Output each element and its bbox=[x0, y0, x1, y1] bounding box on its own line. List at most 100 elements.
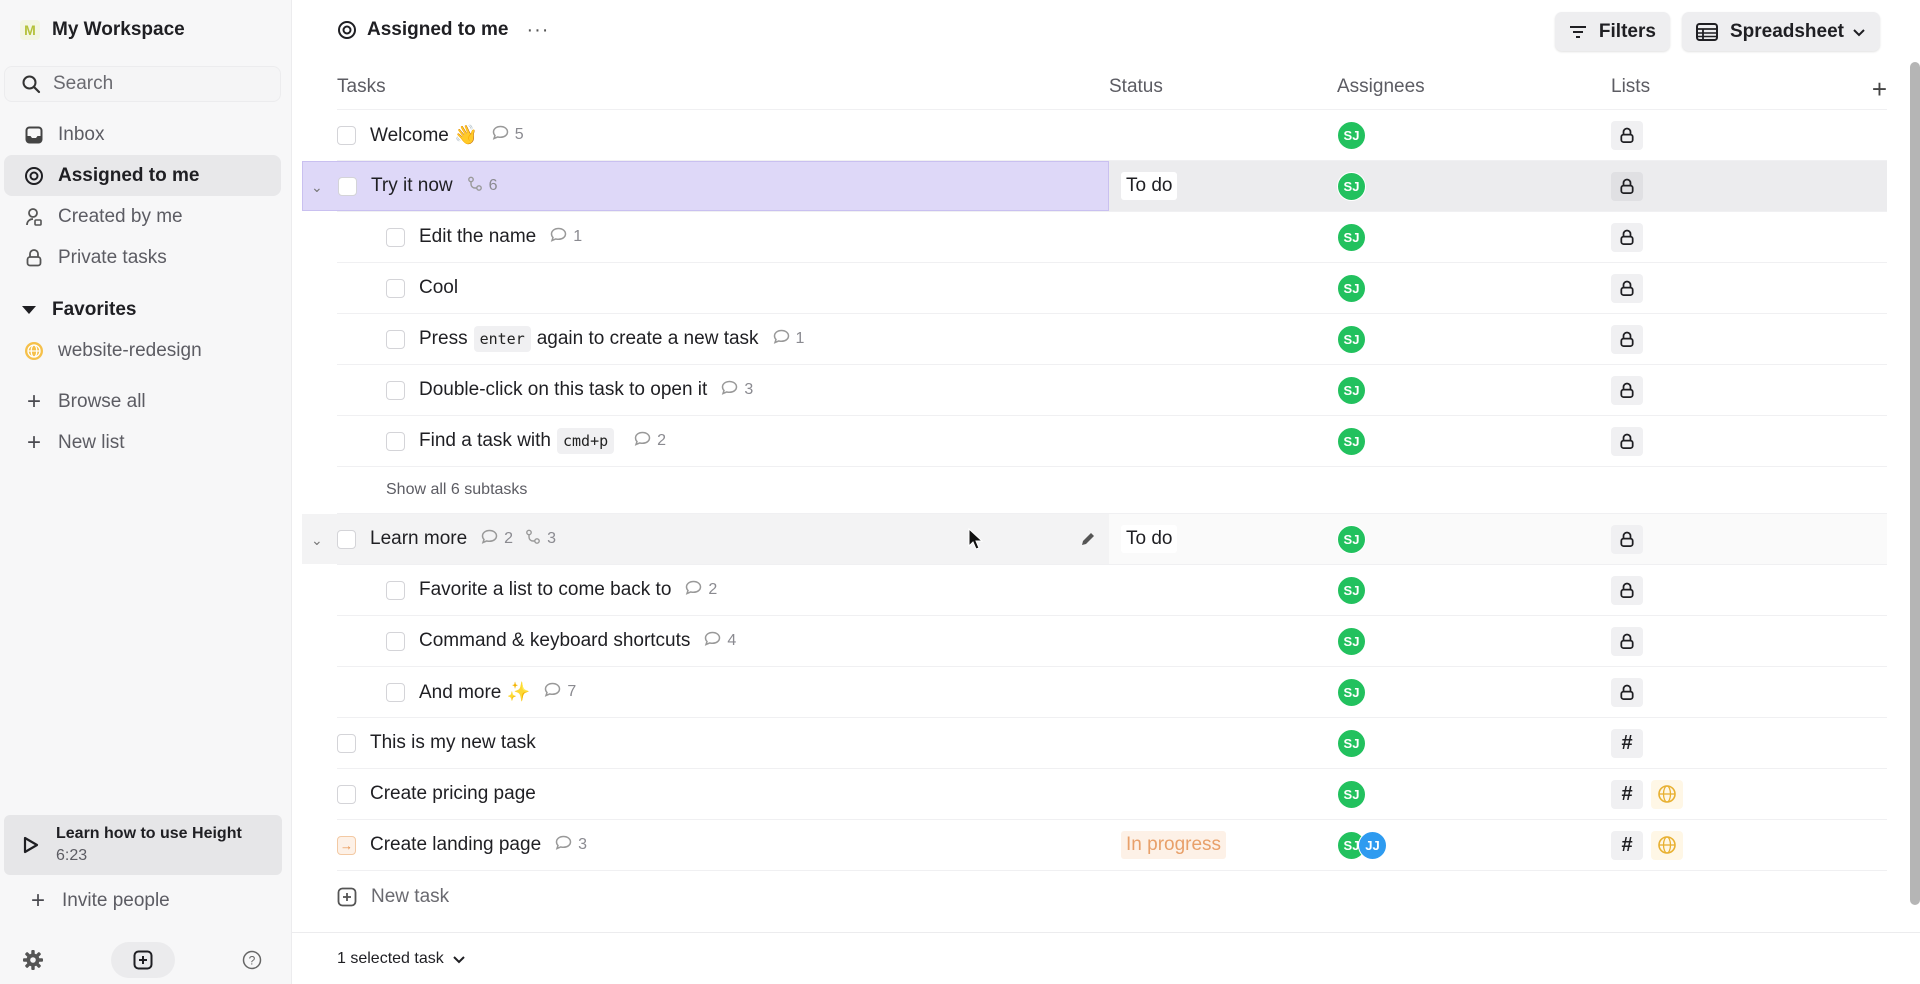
task-name[interactable]: Welcome 👋 bbox=[370, 123, 478, 147]
task-cell[interactable]: Try it now 6 bbox=[302, 161, 1109, 211]
assignees-cell[interactable]: SJ bbox=[1337, 524, 1611, 554]
lists-cell[interactable]: # bbox=[1611, 779, 1851, 809]
status-cell[interactable]: To do bbox=[1109, 525, 1337, 553]
task-cell[interactable]: Double-click on this task to open it 3 bbox=[337, 365, 1109, 415]
learn-video-card[interactable]: Learn how to use Height 6:23 bbox=[4, 815, 282, 875]
status-badge[interactable]: To do bbox=[1121, 525, 1178, 553]
table-row[interactable]: This is my new task SJ # bbox=[337, 718, 1887, 769]
task-cell[interactable]: Find a task with cmd+p 2 bbox=[337, 416, 1109, 466]
table-row[interactable]: Cool SJ bbox=[337, 263, 1887, 314]
assignees-cell[interactable]: SJ bbox=[1337, 575, 1611, 605]
more-options-button[interactable]: ··· bbox=[526, 19, 549, 42]
task-cell[interactable]: Create pricing page bbox=[337, 769, 1109, 819]
task-checkbox[interactable] bbox=[337, 733, 356, 753]
task-checkbox[interactable] bbox=[386, 431, 405, 451]
task-checkbox[interactable] bbox=[386, 227, 405, 247]
status-badge[interactable]: In progress bbox=[1121, 831, 1227, 859]
show-all-subtasks-link[interactable]: Show all 6 subtasks bbox=[337, 467, 1887, 514]
expand-chevron-icon[interactable]: ⌄ bbox=[311, 532, 325, 549]
edit-pencil-icon[interactable] bbox=[1079, 530, 1097, 548]
view-switcher-button[interactable]: Spreadsheet bbox=[1681, 12, 1880, 51]
new-task-button[interactable]: New task bbox=[337, 871, 1887, 923]
table-row[interactable]: Double-click on this task to open it 3 SJ bbox=[337, 365, 1887, 416]
lists-cell[interactable]: # bbox=[1611, 728, 1851, 758]
assignees-cell[interactable]: SJ JJ bbox=[1337, 830, 1611, 860]
sidebar-item-assigned-to-me[interactable]: Assigned to me bbox=[4, 155, 281, 196]
task-checkbox[interactable] bbox=[337, 529, 356, 549]
lists-cell[interactable] bbox=[1611, 273, 1851, 303]
in-progress-status-icon[interactable]: → bbox=[337, 835, 356, 855]
task-name[interactable]: Create pricing page bbox=[370, 783, 536, 805]
table-row[interactable]: Create pricing page SJ # bbox=[337, 769, 1887, 820]
task-name[interactable]: Try it now bbox=[371, 175, 453, 197]
task-name[interactable]: And more ✨ bbox=[419, 680, 530, 704]
assignees-cell[interactable]: SJ bbox=[1337, 626, 1611, 656]
task-checkbox[interactable] bbox=[338, 176, 357, 196]
task-checkbox[interactable] bbox=[386, 580, 405, 600]
workspace-switcher[interactable]: M My Workspace bbox=[0, 0, 291, 60]
task-name[interactable]: Create landing page bbox=[370, 834, 541, 856]
status-cell[interactable]: In progress bbox=[1109, 831, 1337, 859]
favorites-header[interactable]: Favorites bbox=[0, 290, 291, 330]
sidebar-item-inbox[interactable]: Inbox bbox=[4, 114, 281, 155]
task-cell[interactable]: This is my new task bbox=[337, 718, 1109, 768]
table-row[interactable]: Edit the name 1 SJ bbox=[337, 212, 1887, 263]
lists-cell[interactable]: # bbox=[1611, 830, 1851, 860]
table-row[interactable]: Find a task with cmd+p 2 SJ bbox=[337, 416, 1887, 467]
task-cell[interactable]: Press enter again to create a new task 1 bbox=[337, 314, 1109, 364]
sidebar-item-private-tasks[interactable]: Private tasks bbox=[4, 237, 281, 278]
task-name[interactable]: Press enter again to create a new task bbox=[419, 326, 759, 352]
lists-cell[interactable] bbox=[1611, 626, 1851, 656]
lists-cell[interactable] bbox=[1611, 677, 1851, 707]
table-row[interactable]: Command & keyboard shortcuts 4 SJ bbox=[337, 616, 1887, 667]
filters-button[interactable]: Filters bbox=[1554, 12, 1670, 51]
search-input[interactable] bbox=[53, 73, 253, 95]
task-checkbox[interactable] bbox=[337, 784, 356, 804]
table-row[interactable]: ⌄ Try it now 6 To do SJ bbox=[302, 161, 1887, 212]
selected-count-dropdown[interactable]: 1 selected task bbox=[337, 950, 466, 968]
assignees-cell[interactable]: SJ bbox=[1337, 324, 1611, 354]
assignees-cell[interactable]: SJ bbox=[1337, 779, 1611, 809]
assignees-cell[interactable]: SJ bbox=[1337, 677, 1611, 707]
status-badge[interactable]: To do bbox=[1121, 172, 1178, 200]
create-new-button[interactable] bbox=[111, 942, 175, 978]
task-checkbox[interactable] bbox=[386, 682, 405, 702]
column-header-assignees[interactable]: Assignees bbox=[1337, 76, 1611, 98]
task-name[interactable]: Command & keyboard shortcuts bbox=[419, 630, 690, 652]
task-cell[interactable]: Edit the name 1 bbox=[337, 212, 1109, 262]
lists-cell[interactable] bbox=[1611, 426, 1851, 456]
task-name[interactable]: Cool bbox=[419, 277, 458, 299]
task-checkbox[interactable] bbox=[386, 631, 405, 651]
assignees-cell[interactable]: SJ bbox=[1337, 222, 1611, 252]
lists-cell[interactable] bbox=[1611, 324, 1851, 354]
task-cell[interactable]: Favorite a list to come back to 2 bbox=[337, 565, 1109, 615]
new-list-button[interactable]: + New list bbox=[4, 422, 281, 463]
task-cell[interactable]: And more ✨ 7 bbox=[337, 667, 1109, 717]
column-header-lists[interactable]: Lists bbox=[1611, 76, 1851, 98]
lists-cell[interactable] bbox=[1611, 524, 1851, 554]
task-name[interactable]: Learn more bbox=[370, 528, 467, 550]
settings-gear-icon[interactable] bbox=[22, 949, 44, 971]
status-cell[interactable]: To do bbox=[1109, 172, 1337, 200]
help-icon[interactable]: ? bbox=[242, 950, 262, 970]
sidebar-item-website-redesign[interactable]: website-redesign bbox=[4, 330, 281, 371]
table-row[interactable]: → Create landing page 3 In progress SJ JJ # bbox=[337, 820, 1887, 871]
table-row[interactable]: Favorite a list to come back to 2 SJ bbox=[337, 565, 1887, 616]
add-column-button[interactable]: + bbox=[1872, 74, 1887, 105]
task-cell[interactable]: → Create landing page 3 bbox=[337, 820, 1109, 870]
search-box[interactable] bbox=[4, 66, 281, 102]
assignees-cell[interactable]: SJ bbox=[1337, 120, 1611, 150]
task-checkbox[interactable] bbox=[386, 278, 405, 298]
task-name[interactable]: Find a task with cmd+p bbox=[419, 428, 620, 454]
invite-people-button[interactable]: + Invite people bbox=[8, 880, 286, 921]
assignees-cell[interactable]: SJ bbox=[1337, 273, 1611, 303]
table-row[interactable]: And more ✨ 7 SJ bbox=[337, 667, 1887, 718]
task-cell[interactable]: Command & keyboard shortcuts 4 bbox=[337, 616, 1109, 666]
table-row[interactable]: Welcome 👋 5 SJ bbox=[337, 110, 1887, 161]
task-name[interactable]: Double-click on this task to open it bbox=[419, 379, 707, 401]
lists-cell[interactable] bbox=[1611, 171, 1851, 201]
task-name[interactable]: This is my new task bbox=[370, 732, 536, 754]
task-cell[interactable]: Learn more 2 3 bbox=[302, 514, 1109, 564]
browse-all-button[interactable]: + Browse all bbox=[4, 381, 281, 422]
task-name[interactable]: Edit the name bbox=[419, 226, 536, 248]
